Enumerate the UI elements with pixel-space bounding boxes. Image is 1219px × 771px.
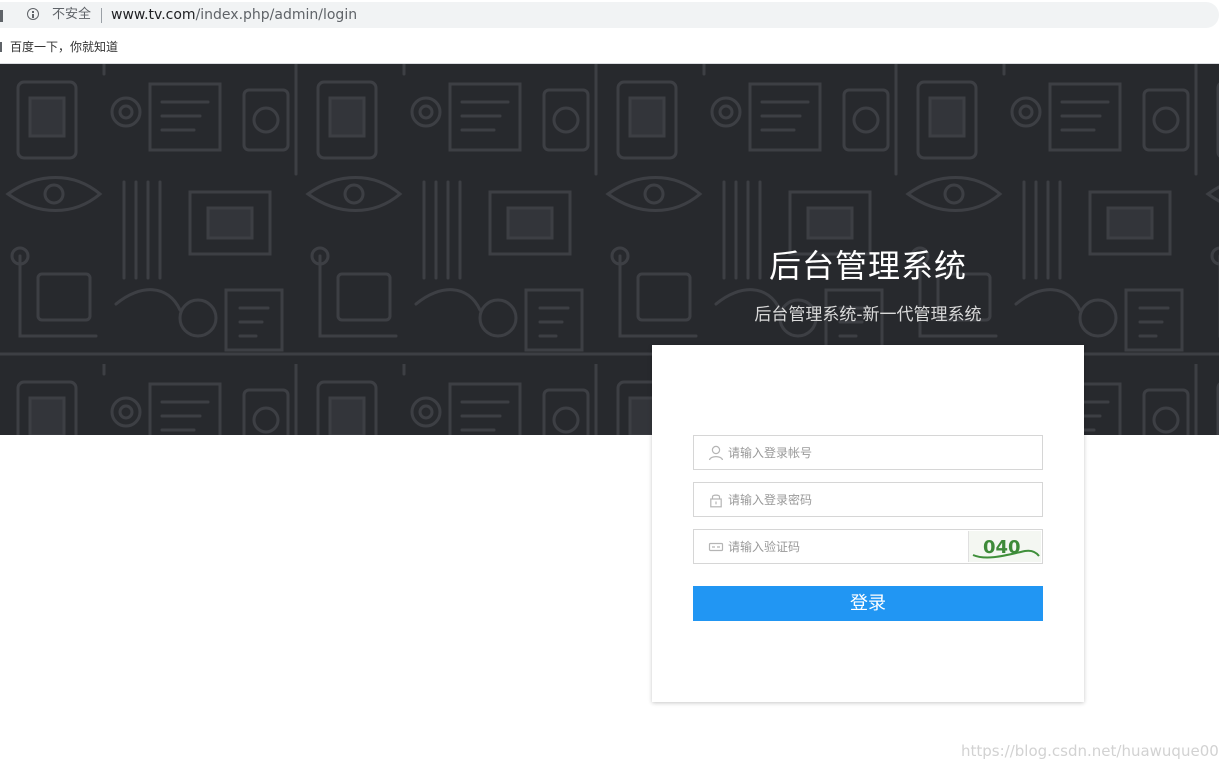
page-title: 后台管理系统	[768, 247, 967, 285]
captcha-field[interactable]: 040	[693, 529, 1043, 564]
bookmark-baidu[interactable]: 百度一下，你就知道	[10, 40, 118, 54]
url-path: /index.php/admin/login	[195, 7, 358, 23]
omnibox[interactable]: 不安全 www.tv.com/index.php/admin/login	[0, 2, 1219, 28]
captcha-image[interactable]: 040	[968, 531, 1041, 562]
bookmarks-bar: 百度一下，你就知道	[0, 30, 1219, 64]
password-input[interactable]	[728, 483, 1028, 516]
username-input[interactable]	[728, 436, 1028, 469]
username-field[interactable]	[693, 435, 1043, 470]
reload-icon-partial[interactable]	[0, 10, 3, 22]
security-status[interactable]: 不安全	[52, 7, 91, 23]
user-icon	[708, 445, 724, 461]
watermark: https://blog.csdn.net/huawuque004	[961, 742, 1219, 760]
password-field[interactable]	[693, 482, 1043, 517]
page-subtitle: 后台管理系统-新一代管理系统	[754, 305, 982, 325]
captcha-icon	[708, 542, 724, 552]
url-text[interactable]: www.tv.com/index.php/admin/login	[111, 7, 357, 24]
bookmarks-edge-icon	[0, 42, 2, 52]
login-page: 后台管理系统 后台管理系统-新一代管理系统 请输入登录帐号 请输入验证码 040…	[0, 64, 1219, 771]
url-divider	[101, 8, 102, 23]
captcha-input[interactable]	[728, 530, 958, 563]
captcha-text: 040	[983, 537, 1021, 558]
login-card: 040 登录	[652, 345, 1084, 702]
login-button[interactable]: 登录	[693, 586, 1043, 621]
lock-icon	[710, 494, 722, 508]
url-host: www.tv.com	[111, 7, 196, 23]
browser-address-bar: 不安全 www.tv.com/index.php/admin/login	[0, 0, 1219, 30]
info-icon[interactable]	[27, 8, 39, 20]
